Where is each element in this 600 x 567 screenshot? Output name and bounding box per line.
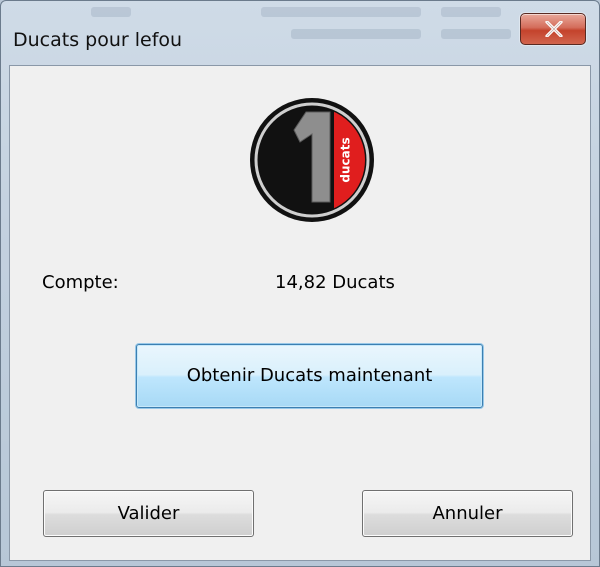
close-button[interactable] bbox=[520, 13, 586, 45]
title-bar[interactable]: Ducats pour lefou bbox=[1, 1, 599, 65]
account-balance: 14,82 Ducats bbox=[275, 272, 395, 293]
ducats-logo: ducats bbox=[250, 98, 374, 222]
ok-button[interactable]: Valider bbox=[43, 490, 254, 537]
close-icon bbox=[545, 21, 563, 37]
cancel-button[interactable]: Annuler bbox=[362, 490, 573, 537]
dialog-window: Ducats pour lefou ducats Compte: 14,82 D… bbox=[0, 0, 600, 567]
dialog-body: ducats Compte: 14,82 Ducats Obtenir Duca… bbox=[9, 65, 591, 561]
logo-tag-text: ducats bbox=[339, 137, 353, 182]
get-ducats-button[interactable]: Obtenir Ducats maintenant bbox=[136, 344, 483, 408]
window-title: Ducats pour lefou bbox=[13, 29, 183, 51]
account-label: Compte: bbox=[42, 272, 119, 293]
